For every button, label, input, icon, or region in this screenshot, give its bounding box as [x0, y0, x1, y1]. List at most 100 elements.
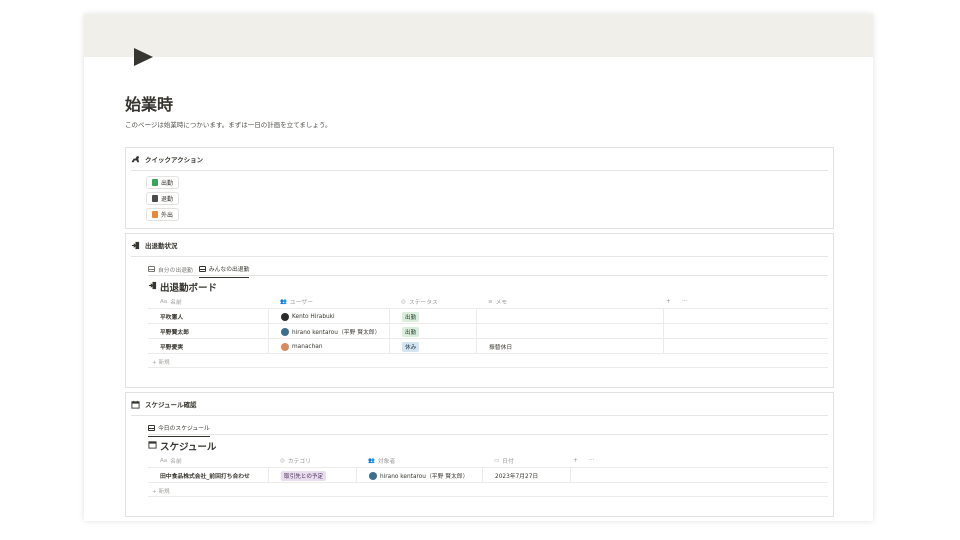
attendance-title: 出退勤状況 — [145, 242, 178, 250]
quick-actions-panel: クイックアクション 出勤 退勤 外出 — [125, 147, 834, 229]
status-badge: 休み — [402, 341, 420, 352]
row-name[interactable]: 平野賢太郎 — [148, 324, 268, 339]
table-row[interactable]: 平野愛実 manachan 休み 振替休日 — [148, 339, 828, 354]
schedule-table: Aa 名前 ◎ カテゴリ 👥 対象者 ▭ 日付 + ··· 田中食品株式会社_前回打ち合… — [148, 453, 828, 513]
schedule-title: スケジュール確認 — [145, 401, 197, 409]
calendar-icon: ▭ — [494, 457, 500, 464]
column-header-status[interactable]: ◎ ステータス — [389, 294, 476, 309]
attendance-panel: 出退勤状況 自分の出退勤 みんなの出退勤 出退勤ボード Aa 名前 👥 ユーザー ◎… — [125, 233, 834, 388]
column-header-memo[interactable]: ≡ メモ — [476, 294, 663, 309]
page-title: 始業時 — [125, 95, 174, 114]
quick-actions-title: クイックアクション — [145, 156, 204, 164]
column-label: 名前 — [170, 459, 182, 465]
people-icon: 👥 — [280, 298, 287, 305]
lines-icon: ≡ — [488, 298, 493, 305]
door-enter-icon — [131, 241, 140, 250]
new-row-line — [148, 354, 828, 368]
schedule-header[interactable]: スケジュール確認 — [131, 399, 197, 409]
table-row[interactable]: 平野賢太郎 hirano kentarou（平野 賢太郎） 出勤 — [148, 324, 828, 339]
avatar — [281, 327, 289, 336]
column-label: メモ — [495, 300, 508, 306]
column-header-category[interactable]: ◎ カテゴリ — [268, 453, 356, 468]
user-name: Kento Hirabuki — [292, 313, 335, 320]
board-title-text: スケジュール — [160, 442, 217, 453]
attendance-header[interactable]: 出退勤状況 — [131, 240, 178, 250]
go-out-icon — [152, 211, 158, 218]
clock-out-icon — [152, 195, 158, 202]
row-memo[interactable] — [476, 309, 663, 324]
attendance-board-title[interactable]: 出退勤ボード — [148, 280, 217, 294]
tab-label: 自分の出退勤 — [158, 267, 193, 274]
row-status[interactable]: 出勤 — [389, 324, 476, 339]
row-status[interactable]: 休み — [389, 339, 476, 354]
divider — [131, 256, 828, 257]
row-user[interactable]: Kento Hirabuki — [268, 309, 389, 324]
column-header-name[interactable]: Aa 名前 — [148, 453, 268, 468]
avatar — [281, 312, 289, 321]
quick-actions-header[interactable]: クイックアクション — [131, 154, 203, 164]
table-icon — [148, 266, 155, 272]
table-header-row: Aa 名前 👥 ユーザー ◎ ステータス ≡ メモ + ··· — [148, 294, 828, 309]
new-row-line — [148, 483, 828, 497]
clock-in-button[interactable]: 出勤 — [146, 176, 180, 189]
divider — [131, 415, 828, 416]
status-badge: 出勤 — [402, 326, 420, 337]
status-badge: 出勤 — [402, 311, 420, 322]
row-name[interactable]: 平吹憲人 — [148, 309, 268, 324]
column-label: 名前 — [170, 300, 182, 306]
add-column-icon[interactable]: + — [570, 453, 586, 468]
column-label: カテゴリ — [287, 459, 312, 465]
table-header-row: Aa 名前 ◎ カテゴリ 👥 対象者 ▭ 日付 + ··· — [148, 453, 828, 468]
clock-out-button[interactable]: 退勤 — [146, 192, 180, 205]
row-spacer — [663, 339, 828, 354]
more-options-icon[interactable]: ··· — [586, 453, 606, 468]
row-user[interactable]: hirano kentarou（平野 賢太郎） — [268, 324, 389, 339]
avatar — [281, 342, 289, 351]
row-target[interactable]: hirano kentarou（平野 賢太郎） — [356, 468, 482, 483]
table-row[interactable]: 平吹憲人 Kento Hirabuki 出勤 — [148, 309, 828, 324]
column-label: ステータス — [408, 300, 438, 306]
page-description: このページは始業時につかいます。まずは一日の計画を立てましょう。 — [125, 121, 332, 129]
user-name: hirano kentarou（平野 賢太郎） — [292, 330, 381, 336]
column-label: ユーザー — [289, 300, 313, 306]
row-date[interactable]: 2023年7月27日 — [482, 468, 570, 483]
more-options-icon[interactable]: ··· — [679, 294, 699, 309]
clock-in-label: 出勤 — [161, 180, 174, 187]
column-header-name[interactable]: Aa 名前 — [148, 294, 268, 309]
row-name[interactable]: 平野愛実 — [148, 339, 268, 354]
go-out-button[interactable]: 外出 — [146, 208, 180, 221]
board-title-text: 出退勤ボード — [160, 283, 218, 294]
row-user[interactable]: manachan — [268, 339, 389, 354]
clock-out-label: 退勤 — [161, 196, 174, 203]
row-memo[interactable] — [476, 324, 663, 339]
column-header-user[interactable]: 👥 ユーザー — [268, 294, 389, 309]
column-label: 日付 — [502, 459, 514, 465]
table-icon — [148, 424, 155, 431]
calendar-icon — [148, 440, 157, 452]
row-category[interactable]: 取引先との予定 — [268, 468, 356, 483]
schedule-board-title[interactable]: スケジュール — [148, 439, 216, 453]
calendar-icon — [131, 400, 140, 409]
row-memo[interactable]: 振替休日 — [476, 339, 663, 354]
divider — [131, 170, 828, 171]
row-spacer — [663, 324, 828, 339]
table-icon — [198, 265, 206, 272]
row-status[interactable]: 出勤 — [389, 309, 476, 324]
table-row[interactable]: 田中食品株式会社_前回打ち合わせ 取引先との予定 hirano kentarou… — [148, 468, 828, 483]
door-enter-icon — [148, 281, 157, 293]
avatar — [369, 471, 377, 480]
schedule-panel: スケジュール確認 今日のスケジュール スケジュール Aa 名前 ◎ カテゴリ 👥 対象… — [125, 392, 834, 517]
column-header-target[interactable]: 👥 対象者 — [356, 453, 482, 468]
column-header-date[interactable]: ▭ 日付 — [482, 453, 570, 468]
status-icon: ◎ — [401, 298, 406, 305]
divider — [148, 275, 828, 276]
user-name: manachan — [292, 343, 323, 350]
row-name[interactable]: 田中食品株式会社_前回打ち合わせ — [148, 468, 268, 483]
text-icon: Aa — [160, 298, 168, 305]
divider — [148, 434, 828, 435]
text-icon: Aa — [160, 457, 168, 464]
category-badge: 取引先との予定 — [281, 470, 327, 481]
play-icon[interactable] — [133, 46, 155, 68]
page-cover — [84, 14, 873, 57]
user-name: hirano kentarou（平野 賢太郎） — [380, 474, 469, 480]
